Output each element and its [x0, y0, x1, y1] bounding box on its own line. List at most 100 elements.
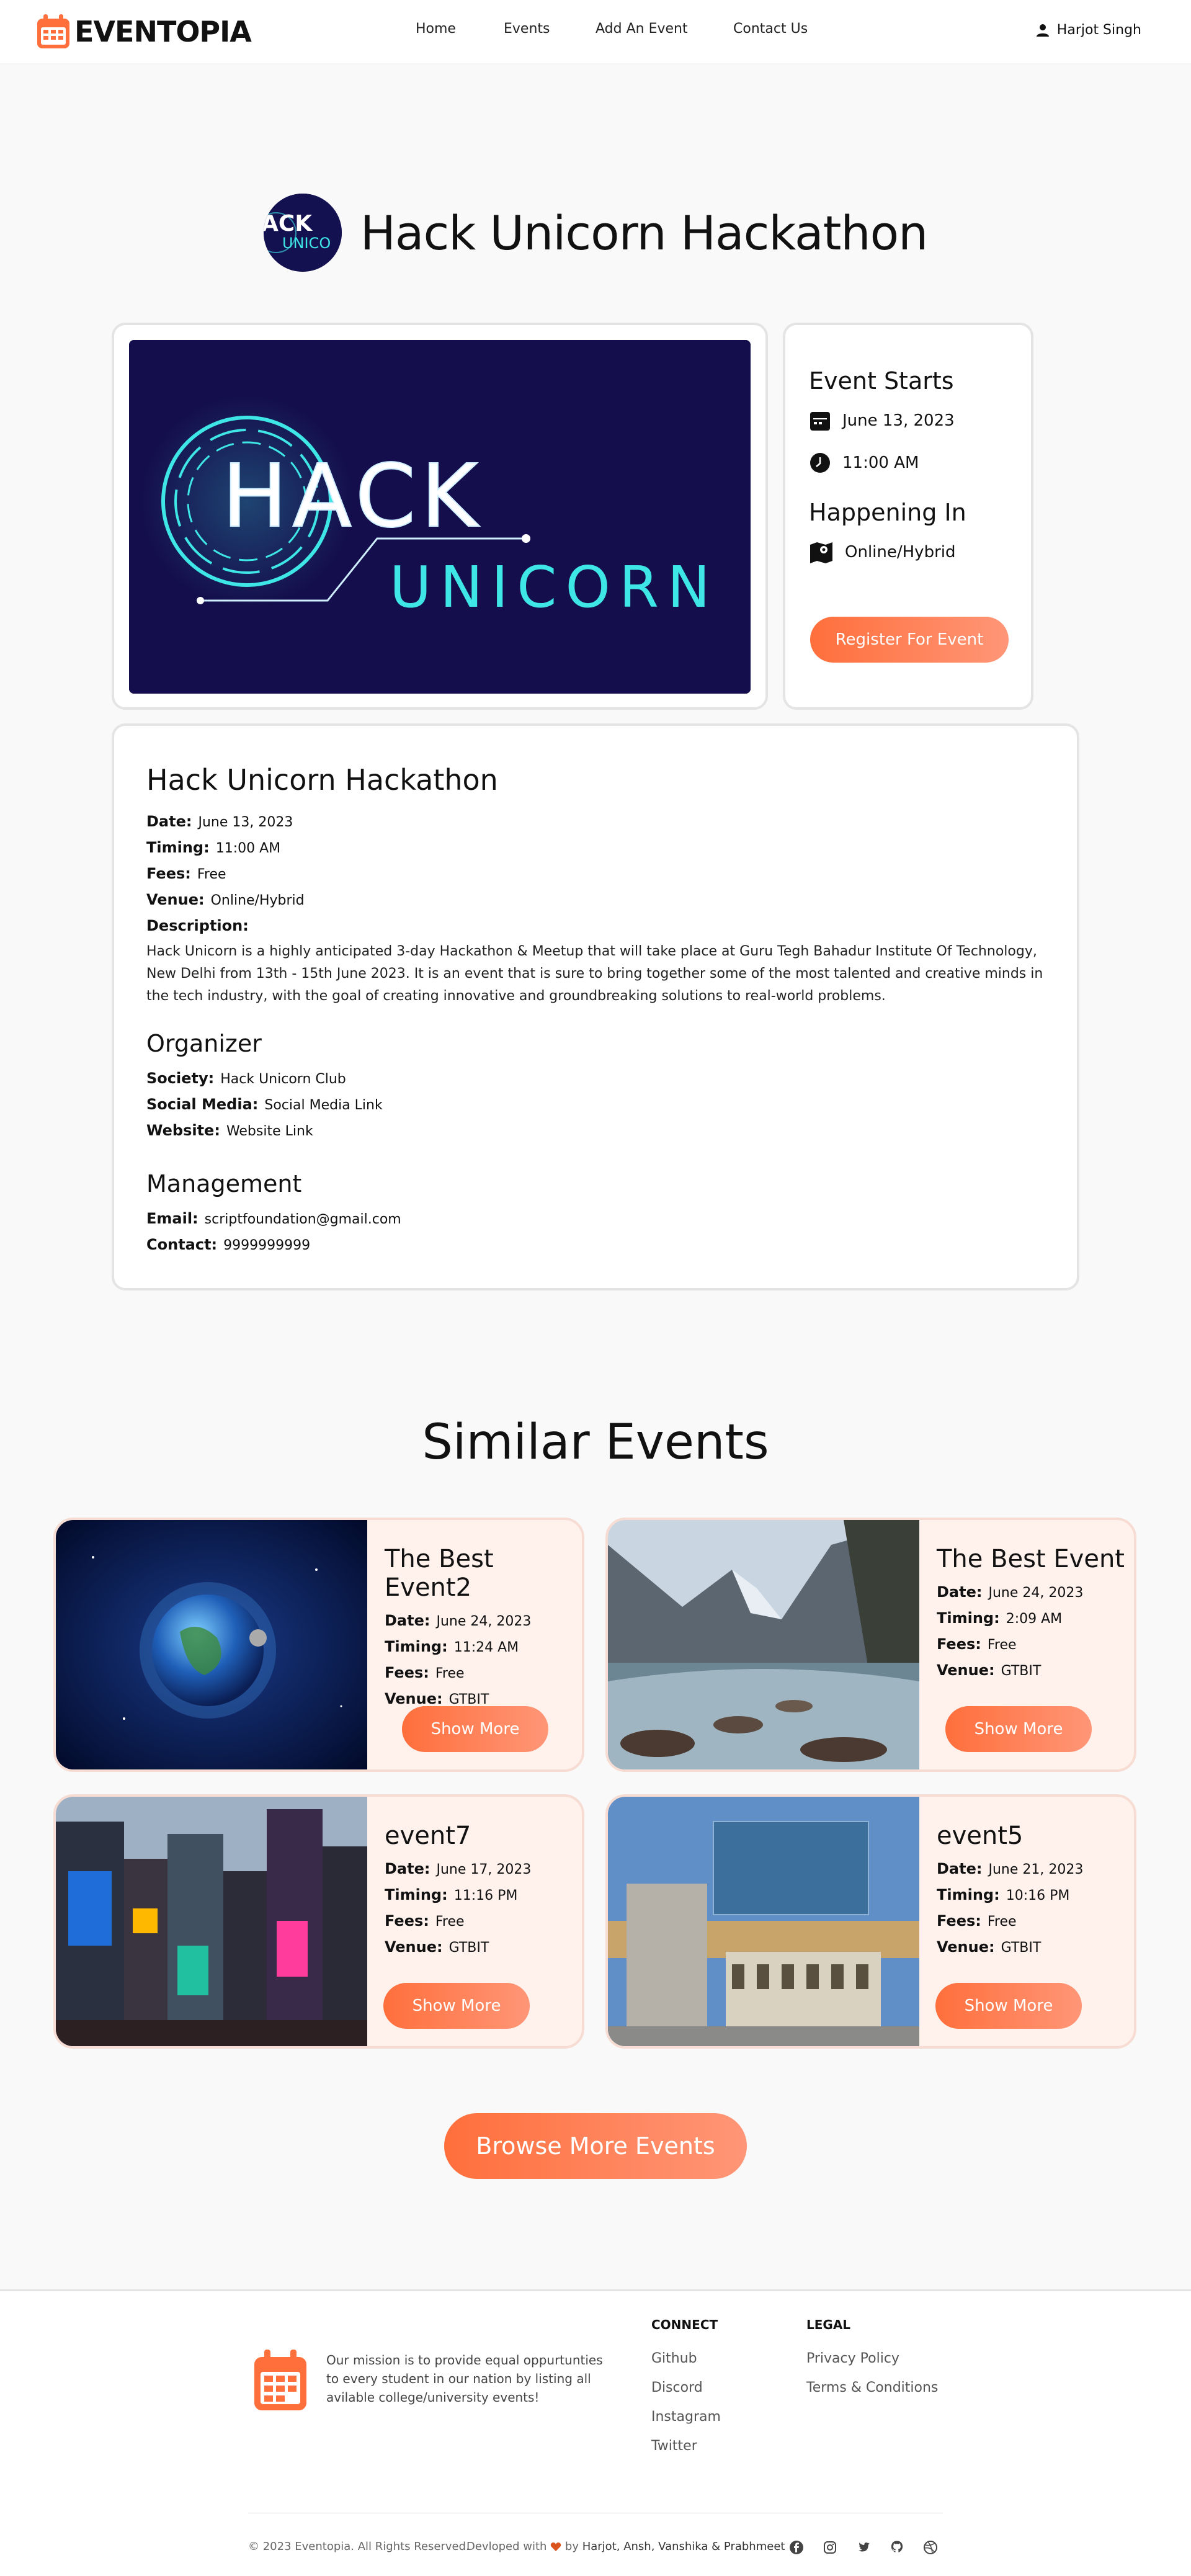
user-icon: [1036, 24, 1049, 37]
venue-label: Venue:: [385, 1690, 443, 1707]
city-street-image: [56, 1797, 367, 2046]
navbar: EVENTOPIA Home Events Add An Event Conta…: [0, 0, 1191, 63]
map-icon: [810, 542, 832, 563]
email-label: Email:: [146, 1210, 198, 1227]
twitter-icon[interactable]: [856, 2540, 871, 2555]
organizer-heading: Organizer: [146, 1030, 262, 1057]
footer-discord-link[interactable]: Discord: [651, 2380, 721, 2395]
society-label: Society:: [146, 1070, 215, 1087]
timing-label: Timing:: [937, 1609, 1000, 1627]
nav-events-link[interactable]: Events: [504, 21, 550, 37]
show-more-button[interactable]: Show More: [402, 1706, 548, 1752]
footer-instagram-link[interactable]: Instagram: [651, 2409, 721, 2425]
similar-event-card: The Best Event2 Date: June 24, 2023 Timin…: [53, 1518, 584, 1772]
banner-hack-text: HACK: [222, 446, 483, 547]
date-label: Date:: [385, 1612, 430, 1629]
footer-github-link[interactable]: Github: [651, 2351, 721, 2366]
date-label: Date:: [937, 1583, 983, 1601]
society-value: Hack Unicorn Club: [220, 1071, 346, 1087]
similar-event-venue: GTBIT: [448, 1940, 489, 1956]
footer-mission: Our mission is to provide equal oppurtun…: [326, 2353, 603, 2405]
details-date: June 13, 2023: [198, 815, 293, 830]
footer-terms-link[interactable]: Terms & Conditions: [806, 2380, 938, 2395]
nav-home-link[interactable]: Home: [416, 21, 456, 37]
details-venue-row: Venue: Online/Hybrid: [146, 891, 305, 908]
website-row: Website: Website Link: [146, 1122, 313, 1139]
brand-logo[interactable]: EVENTOPIA: [36, 14, 252, 50]
similar-event-name: event7: [385, 1822, 471, 1850]
similar-event-fees: Free: [435, 1914, 465, 1930]
society-row: Society: Hack Unicorn Club: [146, 1070, 346, 1087]
contact-label: Contact:: [146, 1236, 218, 1253]
event-date-row: June 13, 2023: [809, 409, 955, 432]
venue-label: Venue:: [937, 1938, 995, 1956]
event-banner-image: HACK UNICORN: [129, 340, 751, 694]
footer-legal-column: LEGAL Privacy Policy Terms & Conditions: [806, 2317, 938, 2409]
page-title: Hack Unicorn Hackathon: [360, 205, 928, 261]
similar-event-fees: Free: [987, 1914, 1017, 1930]
similar-event-card: event5 Date: June 21, 2023 Timing: 10:16 P…: [605, 1794, 1136, 2049]
event-time-row: 11:00 AM: [809, 452, 919, 474]
avatar-text-hack: ACK: [264, 211, 313, 236]
github-icon[interactable]: [890, 2540, 904, 2555]
avatar-text-unicorn: UNICO: [282, 235, 331, 252]
details-title: Hack Unicorn Hackathon: [146, 763, 498, 797]
similar-event-date: June 21, 2023: [988, 1862, 1084, 1877]
calendar-logo-icon: [37, 14, 69, 48]
similar-event-body: event5 Date: June 21, 2023 Timing: 10:16 P…: [937, 1822, 1083, 1964]
social-media-label: Social Media:: [146, 1096, 259, 1113]
similar-event-venue: GTBIT: [448, 1692, 489, 1707]
browse-more-events-button[interactable]: Browse More Events: [444, 2113, 747, 2179]
footer-connect-heading: CONNECT: [651, 2317, 718, 2332]
event-summary-card: Event Starts June 13, 2023 11:00 AM Happ…: [783, 323, 1033, 710]
social-media-link[interactable]: Social Media Link: [264, 1098, 382, 1113]
timing-label: Timing:: [937, 1886, 1000, 1903]
website-label: Website:: [146, 1122, 220, 1139]
similar-event-body: The Best Event2 Date: June 24, 2023 Timin…: [385, 1545, 582, 1716]
details-date-label: Date:: [146, 813, 192, 830]
details-fees-label: Fees:: [146, 865, 191, 882]
instagram-icon[interactable]: [823, 2540, 837, 2555]
show-more-button[interactable]: Show More: [935, 1983, 1082, 2029]
dribbble-icon[interactable]: [923, 2540, 938, 2555]
banner-unicorn-text: UNICORN: [390, 554, 719, 620]
similar-event-venue: GTBIT: [1001, 1940, 1042, 1956]
footer: Our mission is to provide equal oppurtun…: [0, 2289, 1191, 2576]
event-starts-heading: Event Starts: [809, 367, 954, 395]
similar-event-timing: 2:09 AM: [1006, 1611, 1063, 1627]
facebook-icon[interactable]: [789, 2540, 804, 2555]
footer-developed-by: Devloped with by Harjot, Ansh, Vanshika …: [466, 2540, 785, 2553]
email-value: scriptfoundation@gmail.com: [204, 1212, 401, 1227]
mountain-river-image: [608, 1520, 919, 1769]
similar-event-card: The Best Event Date: June 24, 2023 Timing…: [605, 1518, 1136, 1772]
event-avatar: ACK UNICO: [263, 194, 342, 272]
details-timing: 11:00 AM: [215, 841, 281, 856]
footer-privacy-link[interactable]: Privacy Policy: [806, 2351, 938, 2366]
event-details-card: Hack Unicorn Hackathon Date: June 13, 20…: [112, 723, 1079, 1290]
register-button[interactable]: Register For Event: [810, 617, 1009, 663]
user-menu[interactable]: Harjot Singh: [1036, 22, 1141, 38]
website-link[interactable]: Website Link: [226, 1124, 313, 1139]
details-venue: Online/Hybrid: [210, 893, 305, 908]
event-time: 11:00 AM: [842, 454, 919, 472]
nav-contact-link[interactable]: Contact Us: [733, 21, 808, 37]
event-date: June 13, 2023: [842, 411, 955, 430]
similar-event-date: June 24, 2023: [436, 1614, 532, 1629]
similar-event-body: The Best Event Date: June 24, 2023 Timing…: [937, 1545, 1125, 1688]
details-description-row: Description:: [146, 917, 249, 934]
similar-event-card: event7 Date: June 17, 2023 Timing: 11:16 P…: [53, 1794, 584, 2049]
show-more-button[interactable]: Show More: [383, 1983, 530, 2029]
date-label: Date:: [385, 1860, 430, 1877]
footer-legal-heading: LEGAL: [806, 2317, 851, 2332]
footer-copyright: © 2023 Eventopia. All Rights Reserved.: [248, 2540, 470, 2553]
similar-event-name: event5: [937, 1822, 1024, 1850]
details-description-label: Description:: [146, 917, 249, 934]
footer-twitter-link[interactable]: Twitter: [651, 2438, 721, 2454]
nav-add-event-link[interactable]: Add An Event: [596, 21, 688, 37]
timing-label: Timing:: [385, 1638, 448, 1655]
similar-event-body: event7 Date: June 17, 2023 Timing: 11:16 P…: [385, 1822, 531, 1964]
show-more-button[interactable]: Show More: [945, 1706, 1092, 1752]
details-fees: Free: [197, 867, 226, 882]
fees-label: Fees:: [385, 1912, 429, 1930]
fees-label: Fees:: [937, 1912, 981, 1930]
